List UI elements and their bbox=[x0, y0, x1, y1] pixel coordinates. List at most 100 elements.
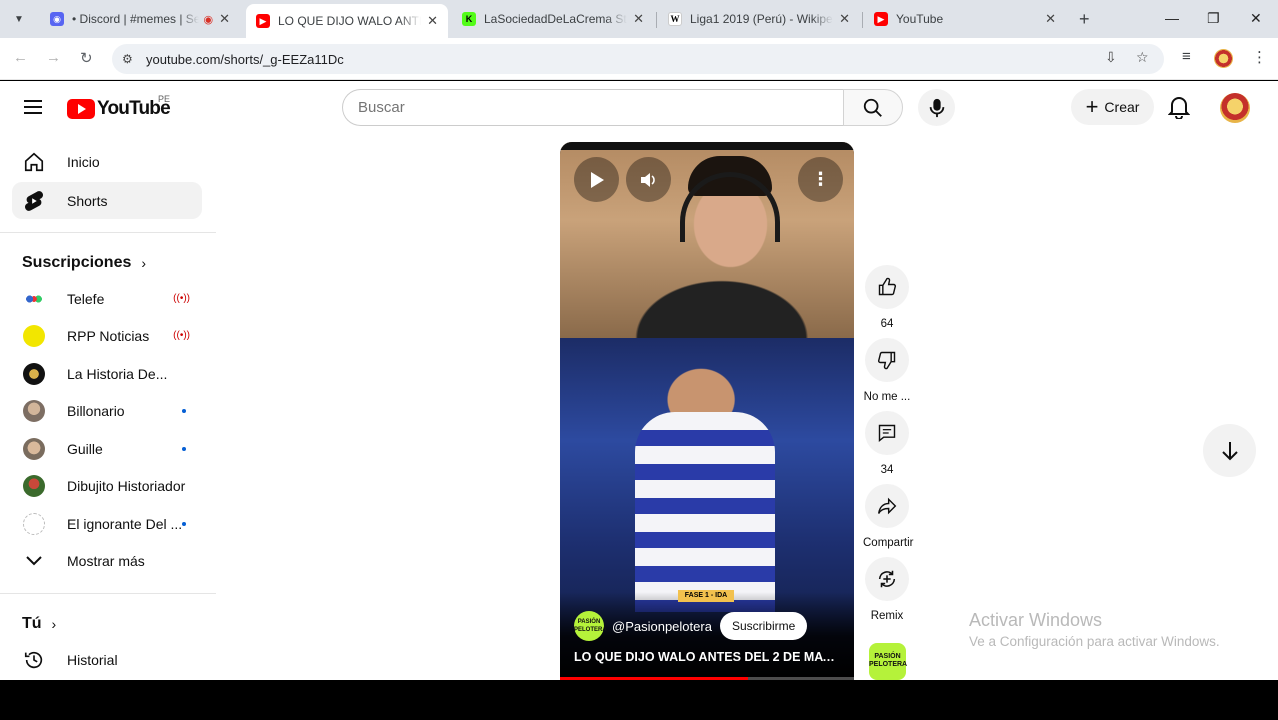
install-app-icon[interactable]: ⇩ bbox=[1105, 49, 1117, 66]
you-heading[interactable]: Tú › bbox=[22, 615, 56, 633]
thumbs-down-icon bbox=[877, 351, 896, 370]
remix-button[interactable] bbox=[865, 557, 909, 601]
play-icon bbox=[590, 171, 604, 188]
browser-tab-discord[interactable]: ◉ • Discord | #memes | Ser ◉ ✕ bbox=[40, 4, 240, 34]
sidebar-item-historial[interactable]: Historial bbox=[12, 641, 202, 678]
chevron-down-icon bbox=[23, 550, 45, 572]
show-more-button[interactable]: Mostrar más bbox=[12, 542, 202, 579]
sidebar-item-la-historia[interactable]: La Historia De... bbox=[12, 355, 202, 392]
sidebar-item-dibujito-historiador[interactable]: Dibujito Historiador bbox=[12, 467, 202, 504]
browser-toolbar: ← → ↻ ⚙ youtube.com/shorts/_g-EEZa11Dc ⇩… bbox=[0, 38, 1278, 80]
sidebar-item-el-ignorante[interactable]: El ignorante Del ... bbox=[12, 505, 202, 542]
comments-action: 34 bbox=[863, 411, 911, 476]
like-action: 64 bbox=[863, 265, 911, 330]
dislike-button[interactable] bbox=[865, 338, 909, 382]
tab-close-icon[interactable]: ✕ bbox=[427, 13, 438, 29]
channel-avatar bbox=[23, 399, 45, 422]
short-title[interactable]: LO QUE DIJO WALO ANTES DEL 2 DE MAYO... bbox=[574, 650, 842, 664]
tab-close-icon[interactable]: ✕ bbox=[219, 11, 230, 27]
microphone-icon bbox=[929, 98, 944, 117]
sidebar-item-label: Telefe bbox=[67, 290, 105, 307]
sidebar-item-shorts[interactable]: Shorts bbox=[12, 182, 202, 219]
taskbar bbox=[0, 680, 1278, 720]
sidebar-item-label: Billonario bbox=[67, 402, 125, 419]
browser-menu-icon[interactable]: ⋮ bbox=[1252, 48, 1267, 66]
recording-icon: ◉ bbox=[203, 13, 214, 26]
create-button[interactable]: + Crear bbox=[1071, 89, 1154, 125]
kick-favicon-icon: K bbox=[462, 12, 476, 26]
profile-avatar-icon[interactable] bbox=[1214, 49, 1233, 68]
video-figure-jersey bbox=[635, 412, 775, 612]
account-avatar[interactable] bbox=[1220, 93, 1250, 123]
sidebar-item-label: El ignorante Del ... bbox=[67, 515, 183, 532]
arrow-down-icon bbox=[1221, 441, 1238, 460]
restore-icon[interactable]: ❐ bbox=[1207, 10, 1220, 27]
sidebar-item-label: Historial bbox=[67, 651, 118, 668]
watermark-title: Activar Windows bbox=[969, 610, 1103, 630]
media-controls-icon[interactable]: ≡ bbox=[1182, 48, 1191, 65]
short-channel-row: PASIÓN PELOTERA @Pasionpelotera Suscribi… bbox=[574, 611, 808, 641]
site-settings-icon[interactable]: ⚙ bbox=[122, 52, 136, 66]
chevron-right-icon: › bbox=[51, 616, 57, 632]
browser-tab-youtube[interactable]: ▶ YouTube ✕ bbox=[864, 4, 1066, 34]
next-short-button[interactable] bbox=[1203, 424, 1256, 477]
bookmark-star-icon[interactable]: ☆ bbox=[1136, 49, 1149, 66]
share-button[interactable] bbox=[865, 484, 909, 528]
guide-menu-icon[interactable] bbox=[24, 100, 42, 114]
shorts-player[interactable]: ⋮ FASE 1 - IDA PASIÓN PELOTERA @Pasionpe… bbox=[560, 142, 854, 680]
tab-title: Liga1 2019 (Perú) - Wikipedi bbox=[690, 12, 834, 26]
subscriptions-heading[interactable]: Suscripciones › bbox=[22, 254, 146, 272]
remix-icon bbox=[878, 570, 896, 588]
volume-button[interactable] bbox=[626, 157, 671, 202]
channel-avatar bbox=[23, 362, 45, 385]
youtube-favicon-icon: ▶ bbox=[874, 12, 888, 26]
sidebar-item-label: Dibujito Historiador bbox=[67, 477, 186, 494]
history-icon bbox=[23, 649, 45, 671]
dislike-action: No me ... bbox=[863, 338, 911, 403]
sidebar-item-billonario[interactable]: Billonario bbox=[12, 392, 202, 429]
sidebar-item-telefe[interactable]: Telefe ((•)) bbox=[12, 280, 202, 317]
channel-logo[interactable]: PASIÓN PELOTERA bbox=[574, 611, 607, 641]
browser-tab-active[interactable]: ▶ LO QUE DIJO WALO ANTES ✕ bbox=[246, 4, 448, 38]
comments-button[interactable] bbox=[865, 411, 909, 455]
sidebar-item-inicio[interactable]: Inicio bbox=[12, 143, 202, 180]
sound-channel-thumbnail[interactable]: PASIÓN PELOTERA bbox=[869, 643, 907, 680]
channel-handle[interactable]: @Pasionpelotera bbox=[612, 619, 712, 634]
chevron-right-icon: › bbox=[141, 255, 147, 271]
subscribe-button[interactable]: Suscribirme bbox=[719, 612, 808, 640]
forward-arrow-icon[interactable]: → bbox=[46, 49, 61, 66]
new-tab-button[interactable]: + bbox=[1079, 9, 1090, 30]
sidebar-item-rpp-noticias[interactable]: RPP Noticias ((•)) bbox=[12, 317, 202, 354]
sidebar-item-label: Shorts bbox=[67, 192, 108, 209]
notifications-bell-icon[interactable] bbox=[1167, 95, 1191, 124]
like-button[interactable] bbox=[865, 265, 909, 309]
sidebar-divider bbox=[0, 232, 216, 233]
video-top-bar bbox=[560, 142, 854, 150]
comment-count: 34 bbox=[880, 464, 894, 476]
more-options-button[interactable]: ⋮ bbox=[798, 157, 843, 202]
search-button[interactable] bbox=[843, 89, 903, 126]
window-close-icon[interactable]: ✕ bbox=[1250, 10, 1262, 27]
tab-close-icon[interactable]: ✕ bbox=[633, 11, 644, 27]
search-input[interactable] bbox=[342, 89, 844, 126]
remix-action: Remix bbox=[863, 557, 911, 622]
discord-favicon-icon: ◉ bbox=[50, 12, 64, 26]
back-arrow-icon[interactable]: ← bbox=[13, 49, 28, 66]
thumbs-up-icon bbox=[878, 277, 897, 296]
reload-icon[interactable]: ↻ bbox=[80, 49, 93, 67]
tab-search-chevron-icon[interactable]: ▼ bbox=[8, 8, 30, 30]
channel-avatar bbox=[23, 324, 45, 347]
tab-close-icon[interactable]: ✕ bbox=[839, 11, 850, 27]
voice-search-button[interactable] bbox=[918, 89, 955, 126]
youtube-logo[interactable]: YouTube bbox=[67, 98, 171, 120]
play-button[interactable] bbox=[574, 157, 619, 202]
watermark-subtitle: Ve a Configuración para activar Windows. bbox=[969, 634, 1220, 649]
home-icon bbox=[23, 151, 45, 173]
address-bar[interactable]: ⚙ youtube.com/shorts/_g-EEZa11Dc ⇩ ☆ bbox=[112, 44, 1164, 74]
browser-tab-kick[interactable]: K LaSociedadDeLaCrema Strea ✕ bbox=[452, 4, 654, 34]
minimize-icon[interactable]: — bbox=[1165, 10, 1179, 26]
tab-close-icon[interactable]: ✕ bbox=[1045, 11, 1056, 27]
address-url[interactable]: youtube.com/shorts/_g-EEZa11Dc bbox=[146, 52, 344, 67]
browser-tab-wikipedia[interactable]: W Liga1 2019 (Perú) - Wikipedi ✕ bbox=[658, 4, 860, 34]
sidebar-item-guille[interactable]: Guille bbox=[12, 430, 202, 467]
